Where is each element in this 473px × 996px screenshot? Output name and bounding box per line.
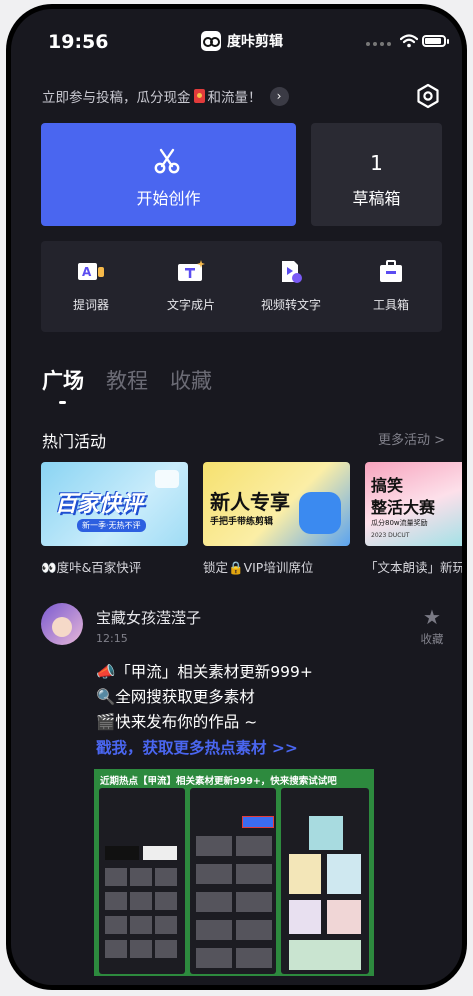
tool-teleprompter[interactable]: A 提词器 xyxy=(41,241,141,332)
phone-screenshot-3 xyxy=(281,788,369,974)
tab-tutorials[interactable]: 教程 xyxy=(106,365,148,395)
text-to-video-icon xyxy=(178,260,205,281)
post-username[interactable]: 宝藏女孩滢滢子 xyxy=(96,607,201,628)
settings-icon[interactable] xyxy=(415,83,441,109)
promo-text-before: 立即参与投稿，瓜分现金 xyxy=(42,90,191,106)
drafts-label: 草稿箱 xyxy=(352,189,401,208)
activity-banner-sub: 新一季·无热不评 xyxy=(77,519,146,532)
post-line-1: 📣「甲流」相关素材更新999+ xyxy=(96,663,313,681)
tool-label: 视频转文字 xyxy=(260,298,321,312)
phone-screenshot-1 xyxy=(99,788,185,974)
post-line-3: 🎬快来发布你的作品 ~ xyxy=(96,713,258,731)
app-name: 度咔剪辑 xyxy=(227,34,283,50)
activity-banner-sub: 瓜分80w流量奖励 xyxy=(371,519,428,527)
app-logo-icon xyxy=(201,31,221,51)
activity-banner-text: 百家快评 xyxy=(55,492,144,517)
svg-text:A: A xyxy=(82,265,92,279)
tool-label: 提词器 xyxy=(72,298,109,312)
phone-frame: 19:56 度咔剪辑 立即参与投稿，瓜分现金 和流量！ › 开始创作 1 草稿箱… xyxy=(6,4,467,990)
app-screen: 19:56 度咔剪辑 立即参与投稿，瓜分现金 和流量！ › 开始创作 1 草稿箱… xyxy=(11,9,462,985)
activity-banner-text-2: 整活大赛 xyxy=(371,498,436,517)
activity-caption-3: 「文本朗读」新玩 xyxy=(365,560,462,575)
start-creating-label: 开始创作 xyxy=(136,189,201,208)
activity-caption-1: 👀度咔&百家快评 xyxy=(41,560,142,575)
post-time: 12:15 xyxy=(96,632,128,645)
tool-video-to-text[interactable]: 视频转文字 xyxy=(241,241,341,332)
sticker-decoration xyxy=(155,470,179,488)
favorite-button[interactable]: ★ 收藏 xyxy=(413,606,451,647)
mascot-decoration xyxy=(299,492,341,534)
activity-card-2[interactable]: 新人专享 手把手带练剪辑 xyxy=(203,462,350,546)
tools-panel: A 提词器 文字成片 视频转文字 工具箱 xyxy=(41,241,442,332)
status-time: 19:56 xyxy=(48,31,109,53)
battery-icon xyxy=(422,35,449,47)
more-activities-link[interactable]: 更多活动 > xyxy=(378,429,445,448)
activity-card-1[interactable]: 百家快评 新一季·无热不评 xyxy=(41,462,188,546)
tool-text-to-video[interactable]: 文字成片 xyxy=(141,241,241,332)
video-to-text-icon xyxy=(282,261,302,283)
drafts-count: 1 xyxy=(370,151,383,175)
start-creating-button[interactable]: 开始创作 xyxy=(41,123,296,226)
post-line-2: 🔍全网搜获取更多素材 xyxy=(96,688,255,706)
activity-banner-sub: 手把手带练剪辑 xyxy=(210,517,274,527)
promo-banner[interactable]: 立即参与投稿，瓜分现金 和流量！ › xyxy=(42,86,289,106)
wifi-icon xyxy=(400,34,418,48)
status-bar: 19:56 度咔剪辑 xyxy=(11,9,462,69)
tab-favorites[interactable]: 收藏 xyxy=(170,365,212,395)
star-icon: ★ xyxy=(423,605,441,629)
toolbox-icon xyxy=(380,260,402,282)
tab-plaza[interactable]: 广场 xyxy=(42,365,84,395)
app-title: 度咔剪辑 xyxy=(201,31,283,51)
red-envelope-icon xyxy=(193,89,205,103)
hot-materials-link[interactable]: 戳我，获取更多热点素材 >> xyxy=(96,736,298,758)
activity-banner-text: 搞笑 xyxy=(371,476,404,495)
post-image-caption: 近期热点【甲流】相关素材更新999+，快来搜索试试吧 xyxy=(100,776,337,787)
favorite-label: 收藏 xyxy=(420,632,444,646)
activity-card-3[interactable]: 搞笑 整活大赛 瓜分80w流量奖励 2023 DUCUT xyxy=(365,462,462,546)
tool-label: 工具箱 xyxy=(372,298,409,312)
activity-banner-small: 2023 DUCUT xyxy=(371,532,410,539)
feed-tabs: 广场 教程 收藏 xyxy=(42,365,212,395)
hot-activities-title: 热门活动 xyxy=(42,432,107,451)
tool-toolbox[interactable]: 工具箱 xyxy=(341,241,441,332)
chevron-right-icon[interactable]: › xyxy=(269,86,289,106)
scissors-icon xyxy=(154,148,180,174)
signal-dots-icon xyxy=(366,42,391,46)
promo-text-after: 和流量！ xyxy=(207,90,262,106)
drafts-button[interactable]: 1 草稿箱 xyxy=(311,123,442,226)
tool-label: 文字成片 xyxy=(166,298,215,312)
activity-banner-text: 新人专享 xyxy=(210,490,290,514)
avatar[interactable] xyxy=(41,603,83,645)
teleprompter-icon: A xyxy=(78,263,104,280)
active-tab-indicator xyxy=(59,401,66,404)
post-image[interactable]: 近期热点【甲流】相关素材更新999+，快来搜索试试吧 xyxy=(94,769,374,976)
activity-caption-2: 锁定🔒VIP培训席位 xyxy=(203,560,314,575)
phone-screenshot-2 xyxy=(190,788,276,974)
